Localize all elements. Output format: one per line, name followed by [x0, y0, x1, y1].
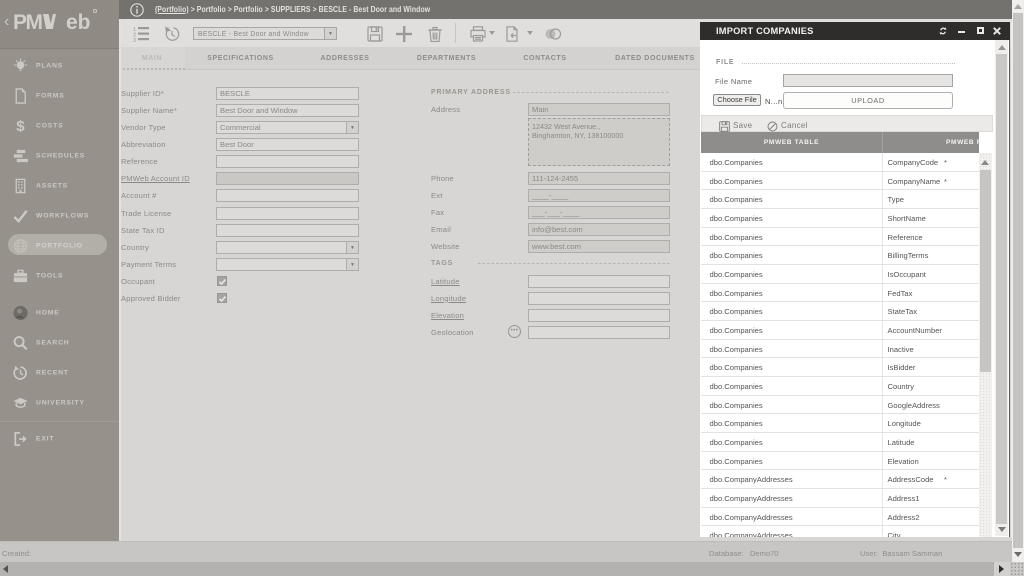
svg-text:$: $: [16, 118, 25, 134]
svg-text:3: 3: [133, 38, 136, 42]
